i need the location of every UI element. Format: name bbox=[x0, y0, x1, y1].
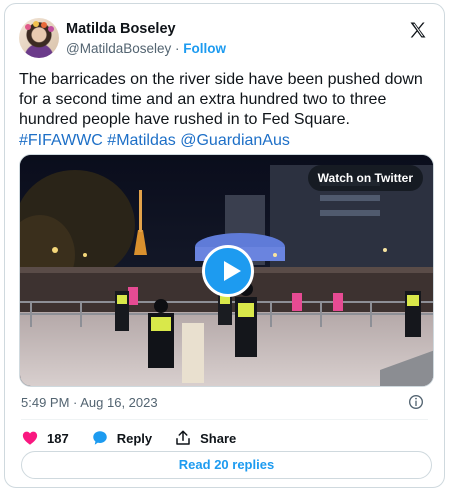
divider bbox=[21, 419, 428, 420]
author-name[interactable]: Matilda Boseley bbox=[66, 21, 176, 37]
tweet-body: The barricades on the river side have be… bbox=[19, 71, 423, 129]
heart-icon bbox=[22, 431, 38, 445]
reply-label: Reply bbox=[116, 430, 153, 446]
tweet-card: Matilda Boseley @MatildaBoseley · Follow… bbox=[4, 3, 445, 488]
read-replies-button[interactable]: Read 20 replies bbox=[21, 451, 432, 479]
tweet-text: The barricades on the river side have be… bbox=[19, 70, 437, 151]
like-button[interactable]: 187 bbox=[21, 429, 69, 447]
reply-button[interactable]: Reply bbox=[91, 429, 152, 447]
share-icon bbox=[176, 430, 190, 445]
hashtag-fifawwc[interactable]: #FIFAWWC bbox=[19, 132, 103, 149]
share-label: Share bbox=[200, 430, 237, 446]
share-button[interactable]: Share bbox=[174, 429, 236, 447]
separator: · bbox=[175, 41, 180, 56]
author-handle[interactable]: @MatildaBoseley bbox=[66, 41, 171, 56]
avatar[interactable] bbox=[19, 18, 59, 58]
hashtag-matildas[interactable]: #Matildas bbox=[107, 132, 175, 149]
like-count: 187 bbox=[47, 430, 69, 446]
reply-bubble-icon bbox=[92, 431, 107, 445]
follow-button[interactable]: Follow bbox=[183, 41, 226, 56]
author-handle-row: @MatildaBoseley · Follow bbox=[66, 41, 226, 56]
action-bar: 187 Reply Share bbox=[21, 428, 258, 448]
play-icon[interactable] bbox=[202, 245, 254, 297]
tweet-timestamp[interactable]: 5:49 PM · Aug 16, 2023 bbox=[21, 395, 158, 410]
video-thumbnail[interactable]: Watch on Twitter bbox=[19, 154, 434, 387]
watch-on-twitter-button[interactable]: Watch on Twitter bbox=[307, 165, 423, 191]
x-logo-icon[interactable] bbox=[408, 20, 428, 40]
mention-guardianaus[interactable]: @GuardianAus bbox=[180, 132, 290, 149]
info-icon[interactable] bbox=[408, 394, 424, 410]
